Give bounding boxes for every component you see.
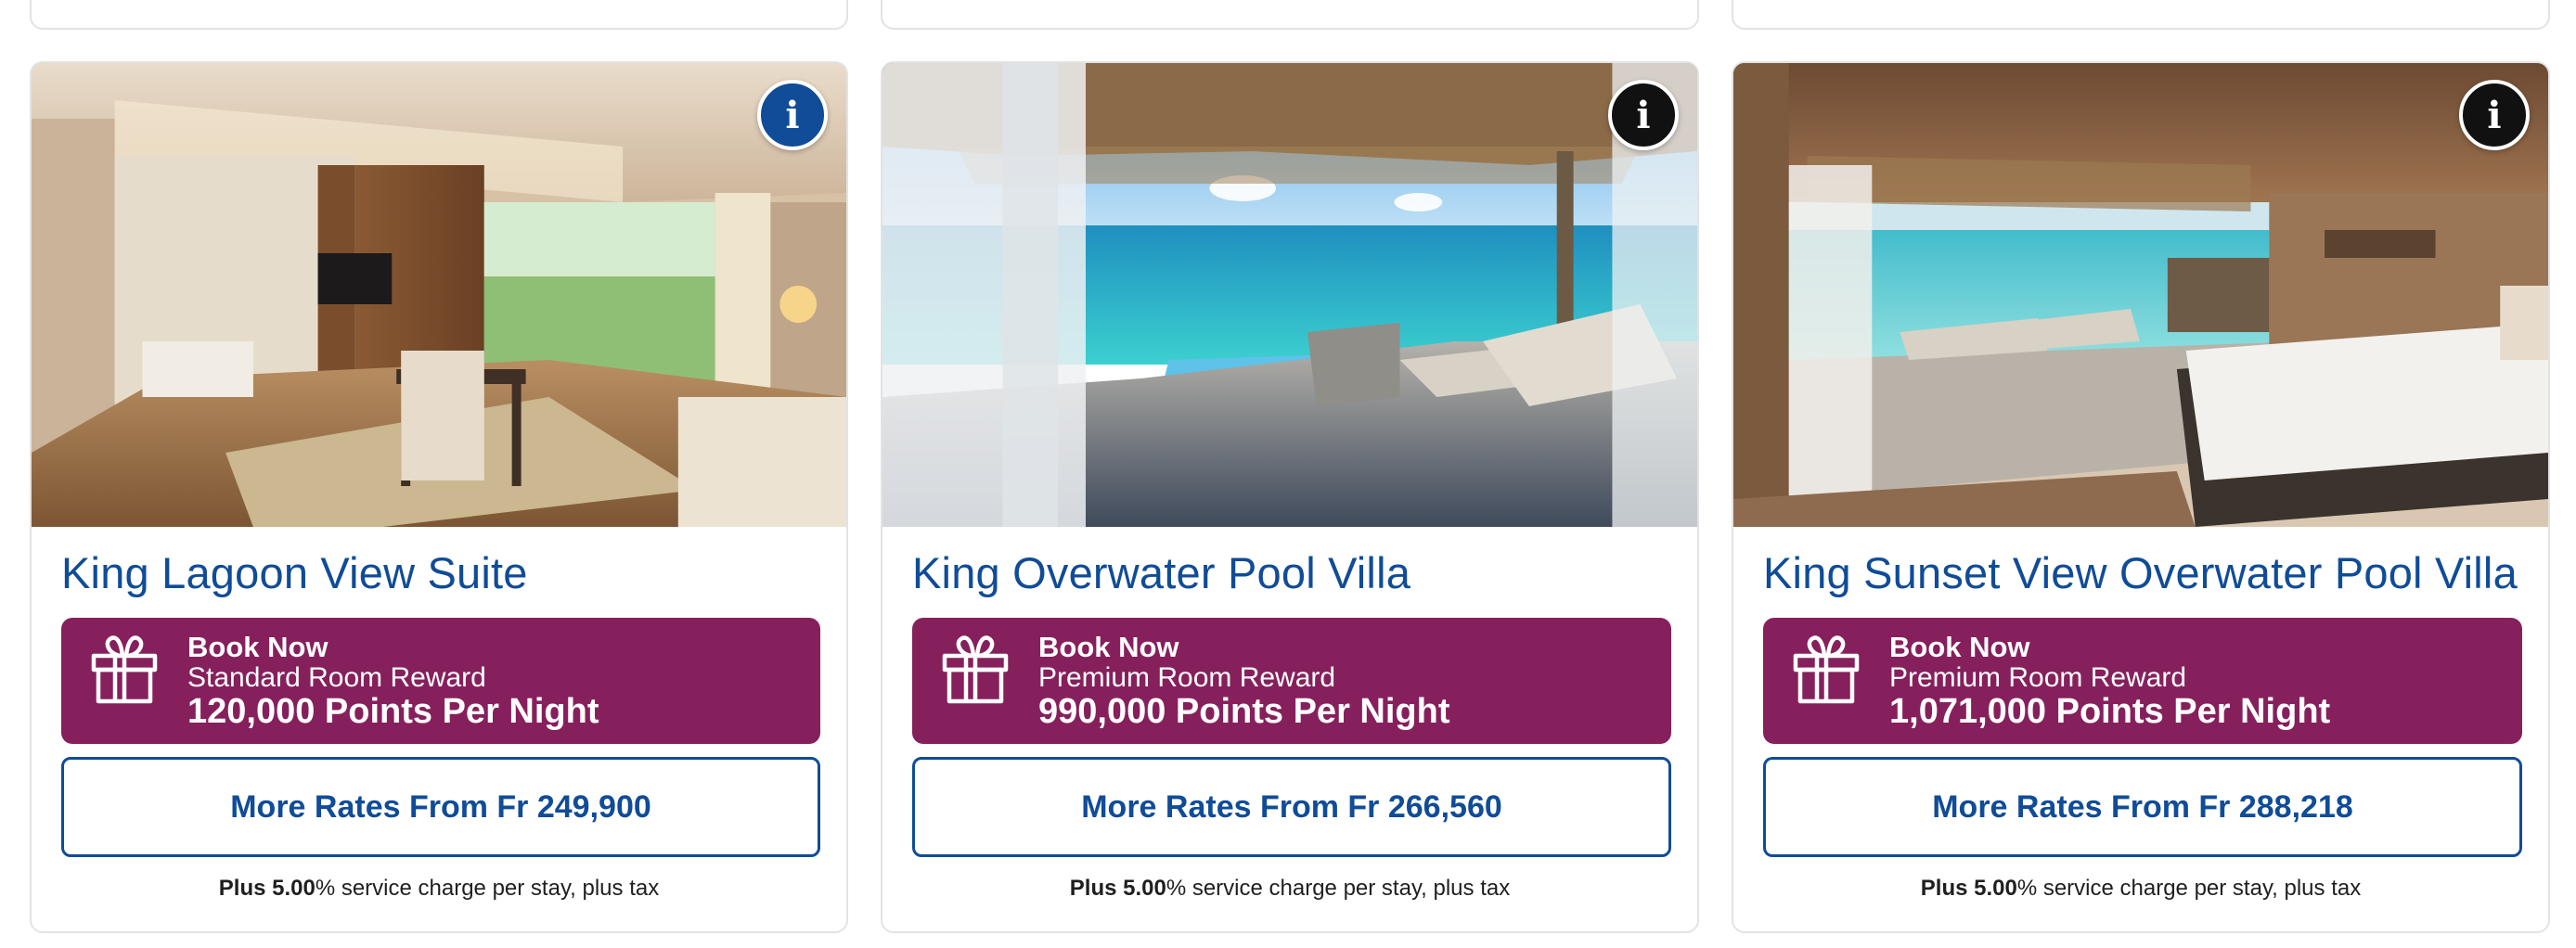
previous-room-card: [881, 0, 1699, 30]
service-charge-note: Plus 5.00% service charge per stay, plus…: [32, 876, 846, 902]
info-icon[interactable]: i: [757, 80, 828, 150]
service-charge-percent: Plus 5.00: [218, 876, 316, 901]
book-now-label: Book Now: [1038, 631, 1179, 663]
more-rates-button[interactable]: More Rates From Fr 288,218: [1763, 757, 2522, 857]
reward-tier: Premium Room Reward: [1038, 662, 1336, 693]
service-charge-text: % service charge per stay, plus tax: [1166, 876, 1511, 901]
service-charge-text: % service charge per stay, plus tax: [2016, 876, 2362, 901]
book-now-label: Book Now: [187, 631, 328, 663]
book-reward-button[interactable]: Book Now Premium Room Reward 990,000 Poi…: [912, 618, 1671, 744]
info-icon[interactable]: i: [2459, 80, 2530, 150]
gift-icon: [942, 635, 1009, 704]
reward-tier: Standard Room Reward: [187, 662, 486, 693]
room-card: i King Lagoon View Suite Book Now Standa…: [30, 61, 848, 933]
room-photo[interactable]: i: [1733, 63, 2548, 527]
reward-tier: Premium Room Reward: [1889, 662, 2187, 693]
room-title[interactable]: King Lagoon View Suite: [61, 547, 528, 598]
points-per-night: 1,071,000 Points Per Night: [1889, 692, 2331, 731]
room-photo[interactable]: i: [882, 63, 1697, 527]
more-rates-button[interactable]: More Rates From Fr 249,900: [61, 757, 820, 857]
room-card: i King Sunset View Overwater Pool Villa …: [1732, 61, 2550, 933]
room-photo[interactable]: i: [32, 63, 846, 527]
previous-room-card: [30, 0, 848, 30]
gift-icon: [1793, 635, 1860, 704]
service-charge-percent: Plus 5.00: [1069, 876, 1166, 901]
room-title[interactable]: King Sunset View Overwater Pool Villa: [1763, 547, 2518, 598]
service-charge-note: Plus 5.00% service charge per stay, plus…: [882, 876, 1697, 902]
gift-icon: [91, 635, 158, 704]
room-card: i King Overwater Pool Villa Book Now Pre…: [881, 61, 1699, 933]
service-charge-text: % service charge per stay, plus tax: [315, 876, 660, 901]
more-rates-button[interactable]: More Rates From Fr 266,560: [912, 757, 1671, 857]
previous-room-card: [1732, 0, 2550, 30]
book-reward-button[interactable]: Book Now Standard Room Reward 120,000 Po…: [61, 618, 820, 744]
book-reward-button[interactable]: Book Now Premium Room Reward 1,071,000 P…: [1763, 618, 2522, 744]
service-charge-note: Plus 5.00% service charge per stay, plus…: [1733, 876, 2548, 902]
info-icon[interactable]: i: [1608, 80, 1679, 150]
points-per-night: 120,000 Points Per Night: [187, 692, 599, 731]
points-per-night: 990,000 Points Per Night: [1038, 692, 1450, 731]
book-now-label: Book Now: [1889, 631, 2030, 663]
room-title[interactable]: King Overwater Pool Villa: [912, 547, 1410, 598]
service-charge-percent: Plus 5.00: [1920, 876, 2017, 901]
